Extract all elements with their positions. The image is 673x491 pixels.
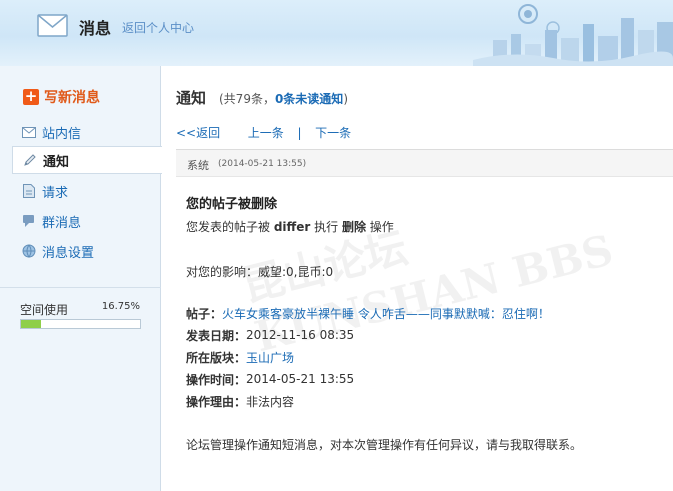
document-icon [22,184,36,198]
summary-text: 操作 [365,220,394,234]
section-title: 通知 [176,89,207,107]
message-time: (2014-05-21 13:55) [218,159,307,169]
notification-stats: (共79条，0条未读通知) [219,90,348,107]
unread-count: 0条未读通知 [274,92,344,106]
envelope-icon [22,125,36,139]
storage-progress-bar [20,319,141,329]
detail-value: 2012-11-16 08:35 [246,328,355,342]
chat-icon [22,214,36,228]
main-panel: 通知 (共79条，0条未读通知) <<返回 上一条 | 下一条 系统 (2014… [162,66,673,491]
forum-link[interactable]: 玉山广场 [246,349,294,366]
message-title: 您的帖子被删除 [186,197,278,212]
impact-text: 对您的影响：威望:0,昆币:0 [186,265,334,279]
storage-progress-fill [21,320,41,328]
stats-prefix: (共79条， [219,92,275,106]
storage-percent: 16.75% [101,301,140,312]
page-title: 消息 [79,19,112,38]
message-summary: 您发表的帖子被 differ 执行 删除 操作 [186,218,656,235]
detail-label: 帖子： [186,306,223,321]
envelope-icon [37,14,68,37]
detail-value: 2014-05-21 13:55 [246,372,355,386]
sidebar-item-settings[interactable]: 消息设置 [0,237,161,265]
detail-label: 发表日期： [186,328,247,343]
back-link[interactable]: <<返回 [176,126,220,140]
detail-row-post: 帖子： 火车女乘客豪放半裸午睡 令人咋舌——同事默默喊：忍住啊！ [186,302,656,324]
detail-row-forum: 所在版块： 玉山广场 [186,346,656,368]
next-link[interactable]: 下一条 [315,126,351,140]
prev-link[interactable]: 上一条 [248,126,284,140]
plus-icon: + [23,87,39,105]
action-name: 删除 [341,220,366,234]
sidebar-item-label: 消息设置 [42,245,95,261]
message-body: 您的帖子被删除 您发表的帖子被 differ 执行 删除 操作 对您的影响：威望… [186,193,656,453]
compose-button[interactable]: + 写新消息 [23,87,100,107]
stats-suffix: ) [343,92,348,106]
message-sender: 系统 [187,159,209,172]
sidebar-item-requests[interactable]: 请求 [0,177,161,205]
summary-text: 您发表的帖子被 [186,220,274,234]
sidebar-item-notifications[interactable]: 通知 [12,146,162,174]
storage-usage: 空间使用 16.75% [0,287,161,329]
storage-label: 空间使用 [20,303,69,317]
globe-icon [22,244,36,258]
sidebar-item-label: 群消息 [42,215,82,231]
sidebar-item-label: 请求 [42,185,69,201]
detail-value: 非法内容 [246,394,295,409]
sidebar-item-label: 站内信 [42,126,82,142]
message-navigation: <<返回 上一条 | 下一条 [176,124,351,141]
back-to-profile-link[interactable]: 返回个人中心 [122,19,194,36]
sidebar-item-group-messages[interactable]: 群消息 [0,207,161,235]
sidebar-item-label: 通知 [43,154,70,170]
pencil-icon [23,153,37,167]
summary-text: 执行 [310,220,342,234]
city-illustration [473,4,673,66]
compose-label: 写新消息 [44,90,100,106]
detail-label: 所在版块： [186,350,247,365]
detail-label: 操作时间： [186,372,247,387]
page-header: 消息 返回个人中心 [0,0,673,66]
detail-row-op-time: 操作时间： 2014-05-21 13:55 [186,368,656,390]
sidebar-item-inbox[interactable]: 站内信 [0,118,161,146]
detail-label: 操作理由： [186,394,247,409]
post-link[interactable]: 火车女乘客豪放半裸午睡 令人咋舌——同事默默喊：忍住啊！ [222,305,550,322]
operator-name: differ [273,220,311,234]
detail-row-reason: 操作理由： 非法内容 [186,390,656,412]
sidebar: + 写新消息 站内信 通知 请求 群消息 消息设置 空间使用 16.75% [0,66,162,491]
nav-separator: | [297,126,302,140]
message-footer: 论坛管理操作通知短消息，对本次管理操作有任何异议，请与我取得联系。 [186,438,583,452]
message-header: 系统 (2014-05-21 13:55) [176,149,673,177]
detail-row-date: 发表日期： 2012-11-16 08:35 [186,324,656,346]
